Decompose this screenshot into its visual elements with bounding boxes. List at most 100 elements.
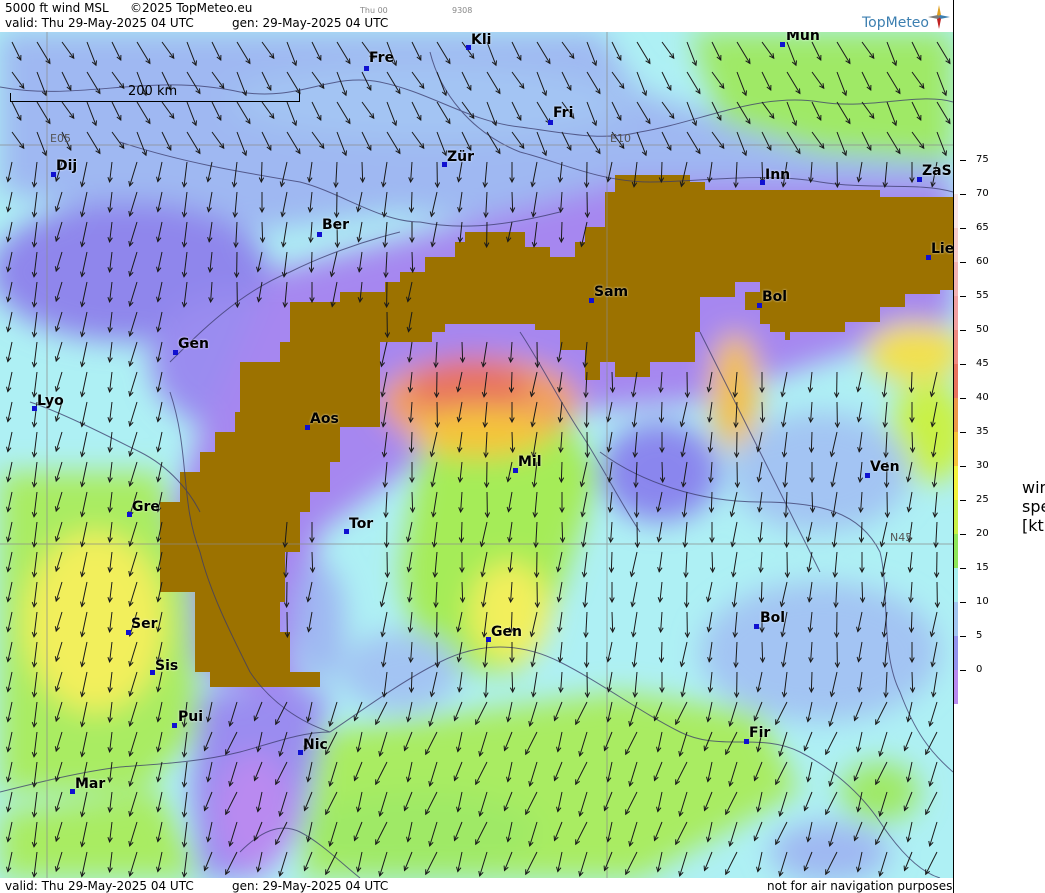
wind-arrow <box>611 611 614 633</box>
city-label[interactable]: ZaS <box>922 163 952 179</box>
legend-tick-label: 45 <box>976 358 989 369</box>
city-label[interactable]: Ser <box>131 616 157 632</box>
city-label[interactable]: Zür <box>447 149 474 165</box>
city-label[interactable]: Nic <box>303 737 328 753</box>
wind-arrow <box>760 581 763 603</box>
legend-swatch <box>954 364 958 398</box>
legend-tick-label: 30 <box>976 460 989 471</box>
wind-arrow <box>810 431 813 453</box>
legend-tick-label: 15 <box>976 562 989 573</box>
city-label[interactable]: Sis <box>155 658 178 674</box>
city-label[interactable]: Kli <box>471 32 491 48</box>
wind-arrow <box>660 641 663 663</box>
wind-arrow <box>461 581 464 603</box>
wind-arrow <box>311 551 314 573</box>
footer-valid-time: valid: Thu 29-May-2025 04 UTC <box>5 879 194 893</box>
city-label[interactable]: Bol <box>762 289 787 305</box>
city-label[interactable]: Ber <box>322 217 349 233</box>
legend-tick-label: 65 <box>976 222 989 233</box>
city-marker <box>754 624 759 629</box>
wind-arrow <box>711 551 714 573</box>
legend-tick-mark <box>960 262 966 263</box>
wind-arrow <box>460 521 463 543</box>
city-label[interactable]: Mil <box>518 454 542 470</box>
wind-arrow <box>911 431 914 453</box>
code-small: 9308 <box>452 6 473 15</box>
map-title: 5000 ft wind MSL <box>5 1 109 15</box>
city-label[interactable]: Gen <box>491 624 522 640</box>
legend-swatch <box>954 534 958 568</box>
wind-speed-legend: 75 70 65 60 55 50 45 40 35 30 25 20 15 10 5 0 <box>953 0 1045 893</box>
wind-arrow <box>761 161 764 183</box>
city-label[interactable]: Gre <box>132 499 160 515</box>
legend-unit-label: wind speed [kt] <box>1022 478 1045 535</box>
city-label[interactable]: Mun <box>786 32 820 44</box>
legend-tick-mark <box>960 364 966 365</box>
copyright: ©2025 TopMeteo.eu <box>130 1 253 15</box>
map-header: 5000 ft wind MSL ©2025 TopMeteo.eu Thu 0… <box>0 0 953 32</box>
city-label[interactable]: Sam <box>594 284 628 300</box>
city-label[interactable]: Inn <box>765 167 790 183</box>
legend-tick-mark <box>960 296 966 297</box>
city-label[interactable]: Fre <box>369 50 394 66</box>
wind-arrow <box>410 431 413 453</box>
city-label[interactable]: Aos <box>310 411 339 427</box>
city-label[interactable]: Lie <box>931 241 953 257</box>
wind-arrow <box>660 401 663 423</box>
wind-arrow <box>910 611 913 633</box>
legend-tick-label: 5 <box>976 630 983 641</box>
wind-arrow <box>511 191 514 213</box>
generated-time: gen: 29-May-2025 04 UTC <box>232 16 389 30</box>
legend-swatch <box>954 398 958 432</box>
legend-tick-mark <box>960 670 966 671</box>
city-label[interactable]: Tor <box>349 516 373 532</box>
legend-swatch <box>954 228 958 262</box>
legend-tick-label: 70 <box>976 188 989 199</box>
legend-swatch <box>954 602 958 636</box>
city-label[interactable]: Bol <box>760 610 785 626</box>
city-label[interactable]: Gen <box>178 336 209 352</box>
legend-swatch <box>954 466 958 500</box>
city-label[interactable]: Lyo <box>37 393 64 409</box>
city-marker <box>172 723 177 728</box>
legend-swatch <box>954 160 958 194</box>
wind-arrow <box>511 431 514 453</box>
legend-tick-mark <box>960 330 966 331</box>
wind-arrow <box>560 221 563 243</box>
wind-arrow <box>811 491 814 513</box>
grid-label-e10: E10 <box>610 132 631 145</box>
wind-field <box>0 32 953 878</box>
wind-arrow <box>411 491 414 513</box>
city-label[interactable]: Fri <box>553 105 573 121</box>
wind-map[interactable]: 200 km E05 E10 N45 Kli Mun Fre Fri Dij Z… <box>0 32 953 878</box>
city-label[interactable]: Fir <box>749 725 770 741</box>
city-label[interactable]: Dij <box>56 158 77 174</box>
wind-arrow <box>810 671 813 693</box>
legend-swatch <box>954 500 958 534</box>
wind-arrow <box>510 371 513 393</box>
legend-tick-mark <box>960 432 966 433</box>
wind-arrow <box>561 521 564 543</box>
topmeteo-logo[interactable]: TopMeteo <box>850 5 953 31</box>
legend-swatch <box>954 262 958 296</box>
city-marker <box>780 42 785 47</box>
legend-tick-mark <box>960 160 966 161</box>
legend-swatch <box>954 296 958 330</box>
wind-arrow <box>660 161 663 183</box>
wind-arrow <box>411 251 414 273</box>
wind-arrow <box>261 221 264 243</box>
city-label[interactable]: Ven <box>870 459 900 475</box>
legend-swatch <box>954 194 958 228</box>
legend-tick-mark <box>960 398 966 399</box>
city-label[interactable]: Mar <box>75 776 105 792</box>
city-label[interactable]: Pui <box>178 709 203 725</box>
legend-swatch <box>954 636 958 670</box>
wind-arrow <box>761 641 764 663</box>
wind-arrow <box>410 191 413 213</box>
legend-tick-label: 20 <box>976 528 989 539</box>
legend-tick-label: 75 <box>976 154 989 165</box>
wind-arrow <box>260 161 263 183</box>
wind-arrow <box>661 461 664 483</box>
legend-tick-mark <box>960 636 966 637</box>
wind-arrow <box>910 371 913 393</box>
